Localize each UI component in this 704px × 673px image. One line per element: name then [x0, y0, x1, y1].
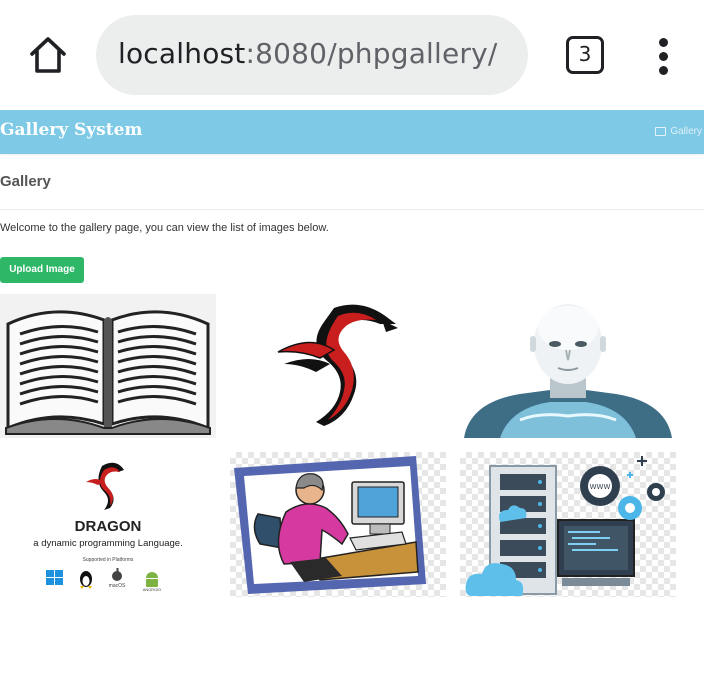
gallery-image-computer-user[interactable] [230, 452, 446, 597]
gallery-image-robot[interactable] [460, 294, 676, 438]
home-icon[interactable] [26, 33, 70, 77]
www-badge: WWW [590, 483, 611, 491]
divider [0, 209, 704, 210]
nav-gallery-link[interactable]: Gallery [655, 126, 702, 137]
url-text: localhost:8080/phpgallery/ [118, 37, 498, 70]
linux-icon [80, 571, 92, 589]
url-path: :8080/phpgallery/ [245, 37, 498, 70]
platform-label-macos: macOS [108, 583, 126, 589]
gallery-image-dragon-emblem[interactable] [230, 294, 446, 438]
app-navbar: Gallery System Gallery [0, 110, 704, 154]
url-host: localhost [118, 37, 246, 70]
tab-switcher-button[interactable]: 3 [566, 36, 604, 74]
browser-toolbar: localhost:8080/phpgallery/ 3 [0, 0, 704, 110]
windows-icon [46, 570, 63, 585]
dragon-logo-supported: Supported in Platforms [82, 557, 134, 563]
intro-text: Welcome to the gallery page, you can vie… [0, 222, 329, 234]
dragon-logo-tagline: a dynamic programming Language. [33, 538, 183, 549]
image-icon [655, 127, 667, 136]
platform-label-android: ANDROID [142, 587, 162, 592]
gallery-image-dragon-logo[interactable]: DRAGON a dynamic programming Language. S… [0, 452, 216, 597]
apple-icon [112, 568, 122, 581]
page-title: Gallery [0, 173, 51, 190]
upload-image-button[interactable]: Upload Image [0, 257, 84, 283]
address-bar[interactable]: localhost:8080/phpgallery/ [96, 15, 528, 95]
gallery-image-server-cloud[interactable]: WWW [460, 452, 676, 597]
nav-gallery-label: Gallery [670, 126, 702, 137]
android-icon [146, 572, 158, 587]
brand-link[interactable]: Gallery System [0, 120, 142, 140]
dragon-logo-title: DRAGON [74, 518, 142, 535]
more-vert-icon[interactable] [652, 36, 676, 76]
gallery-image-book[interactable] [0, 294, 216, 438]
